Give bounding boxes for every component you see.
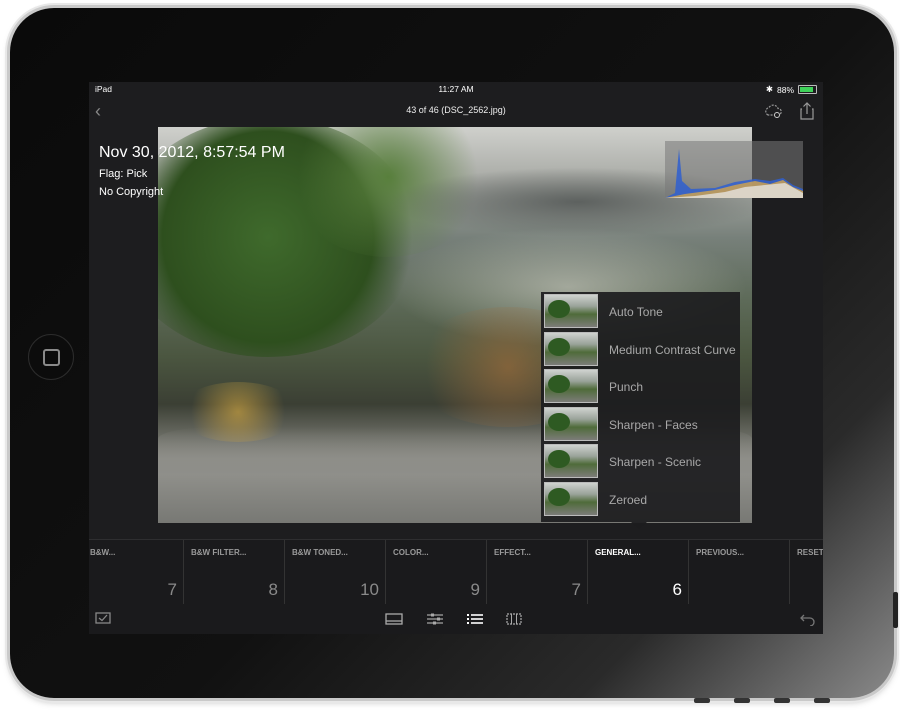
hardware-button [734,698,750,703]
category-count: 6 [672,580,682,599]
preset-item[interactable]: Punch [541,367,740,405]
preset-item[interactable]: Auto Tone [541,292,740,330]
category-general[interactable]: GENERAL... 6 [589,540,689,604]
page-title: 43 of 46 (DSC_2562.jpg) [406,105,506,115]
sliders-icon[interactable] [426,612,444,626]
category-label: B&W TONED... [292,548,348,557]
preset-thumbnail [544,482,598,516]
status-time: 11:27 AM [438,84,474,94]
share-icon[interactable] [799,102,815,120]
status-bar: iPad 11:27 AM ✱ 88% [89,82,823,97]
top-navigation-bar: ‹ 43 of 46 (DSC_2562.jpg) [89,97,823,125]
category-effect[interactable]: EFFECT... 7 [488,540,588,604]
category-count: 10 [360,580,379,599]
category-count: 8 [268,580,278,599]
bottom-toolbar [89,604,823,634]
preset-thumbnail [544,369,598,404]
cloud-sync-icon[interactable] [763,102,783,120]
status-right: ✱ 88% [766,84,817,95]
hardware-button [694,698,710,703]
category-label: COLOR... [393,548,429,557]
flag-icon[interactable] [95,612,113,626]
category-count: 7 [571,580,581,599]
category-label: GENERAL... [595,548,641,557]
category-reset[interactable]: RESET [791,540,823,604]
category-label: B&W... [90,548,116,557]
preset-label: Punch [609,380,644,395]
category-bw[interactable]: B&W... 7 [89,540,184,604]
app-screen: iPad 11:27 AM ✱ 88% ‹ 43 of 46 (DSC_2562… [89,82,823,634]
photo-copyright: No Copyright [99,186,164,198]
preset-item[interactable]: Medium Contrast Curve [541,330,740,368]
preset-item[interactable]: Zeroed [541,480,740,518]
home-square-icon [42,348,60,366]
preset-thumbnail [544,294,598,328]
category-bw-toned[interactable]: B&W TONED... 10 [286,540,386,604]
histogram [665,141,803,198]
category-color[interactable]: COLOR... 9 [387,540,487,604]
preset-item[interactable]: Sharpen - Faces [541,405,740,443]
preset-label: Zeroed [609,493,648,507]
preset-label: Sharpen - Faces [609,417,698,432]
photo-flag: Flag: Pick [99,168,148,180]
bluetooth-icon: ✱ [765,84,773,94]
grid-icon[interactable] [505,612,523,626]
preset-label: Medium Contrast Curve [609,342,736,357]
photo-bokeh [178,382,298,442]
home-button[interactable] [28,334,74,380]
photo-info-overlay: Nov 30, 2012, 8:57:54 PM Flag: Pick No C… [99,144,285,198]
preset-popover: Auto Tone Medium Contrast Curve Punch Sh… [541,292,740,522]
preset-category-strip: B&W... 7 B&W FILTER... 8 B&W TONED... 10… [89,539,823,604]
preset-thumbnail [544,406,598,441]
category-label: RESET [797,548,823,557]
photo-date: Nov 30, 2012, 8:57:54 PM [99,144,285,161]
preset-item[interactable]: Sharpen - Scenic [541,442,740,480]
list-icon[interactable] [466,612,484,626]
preset-thumbnail [544,444,598,479]
category-bw-filter[interactable]: B&W FILTER... 8 [185,540,285,604]
hardware-button [814,698,830,703]
battery-icon [798,85,817,94]
crop-icon[interactable] [385,612,403,626]
category-label: PREVIOUS... [696,548,745,557]
category-count: 9 [470,580,480,599]
preset-label: Sharpen - Scenic [609,455,702,470]
category-count: 7 [167,580,177,599]
category-previous[interactable]: PREVIOUS... [690,540,790,604]
popover-pointer [631,522,647,529]
battery-percent: 88% [776,84,794,95]
category-label: B&W FILTER... [191,548,247,557]
hardware-button [774,698,790,703]
preset-label: Auto Tone [609,305,663,319]
volume-button [893,592,898,628]
preset-thumbnail [544,331,598,366]
category-label: EFFECT... [494,548,531,557]
undo-icon[interactable] [799,612,817,626]
